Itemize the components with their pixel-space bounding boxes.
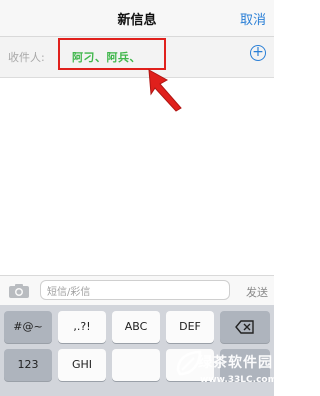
recipients-label: 收件人: [8,51,45,64]
key-def[interactable]: DEF [166,311,214,343]
key-next[interactable] [220,349,270,381]
keyboard: #@~ ,.?! ABC DEF 123 GHI [0,305,274,396]
page-title: 新信息 [117,13,157,28]
key-123[interactable]: 123 [4,349,52,381]
cancel-button[interactable]: 取消 [240,9,266,28]
backspace-icon [235,320,254,334]
camera-icon[interactable] [8,283,30,299]
add-recipient-button[interactable]: + [250,45,266,61]
navigation-bar: 新信息 取消 [0,0,274,37]
key-symbols[interactable]: #@~ [4,311,52,343]
key-mno[interactable] [166,349,214,381]
plus-circle-icon: + [252,44,264,60]
key-abc[interactable]: ABC [112,311,160,343]
send-button[interactable]: 发送 [246,284,268,300]
compose-bar: 短信/彩信 发送 [0,275,274,306]
message-input[interactable]: 短信/彩信 [40,280,230,300]
key-ghi[interactable]: GHI [58,349,106,381]
annotation-arrow-icon [148,69,182,112]
key-punctuation[interactable]: ,.?! [58,311,106,343]
key-jkl[interactable] [112,349,160,381]
delete-key[interactable] [220,311,270,343]
